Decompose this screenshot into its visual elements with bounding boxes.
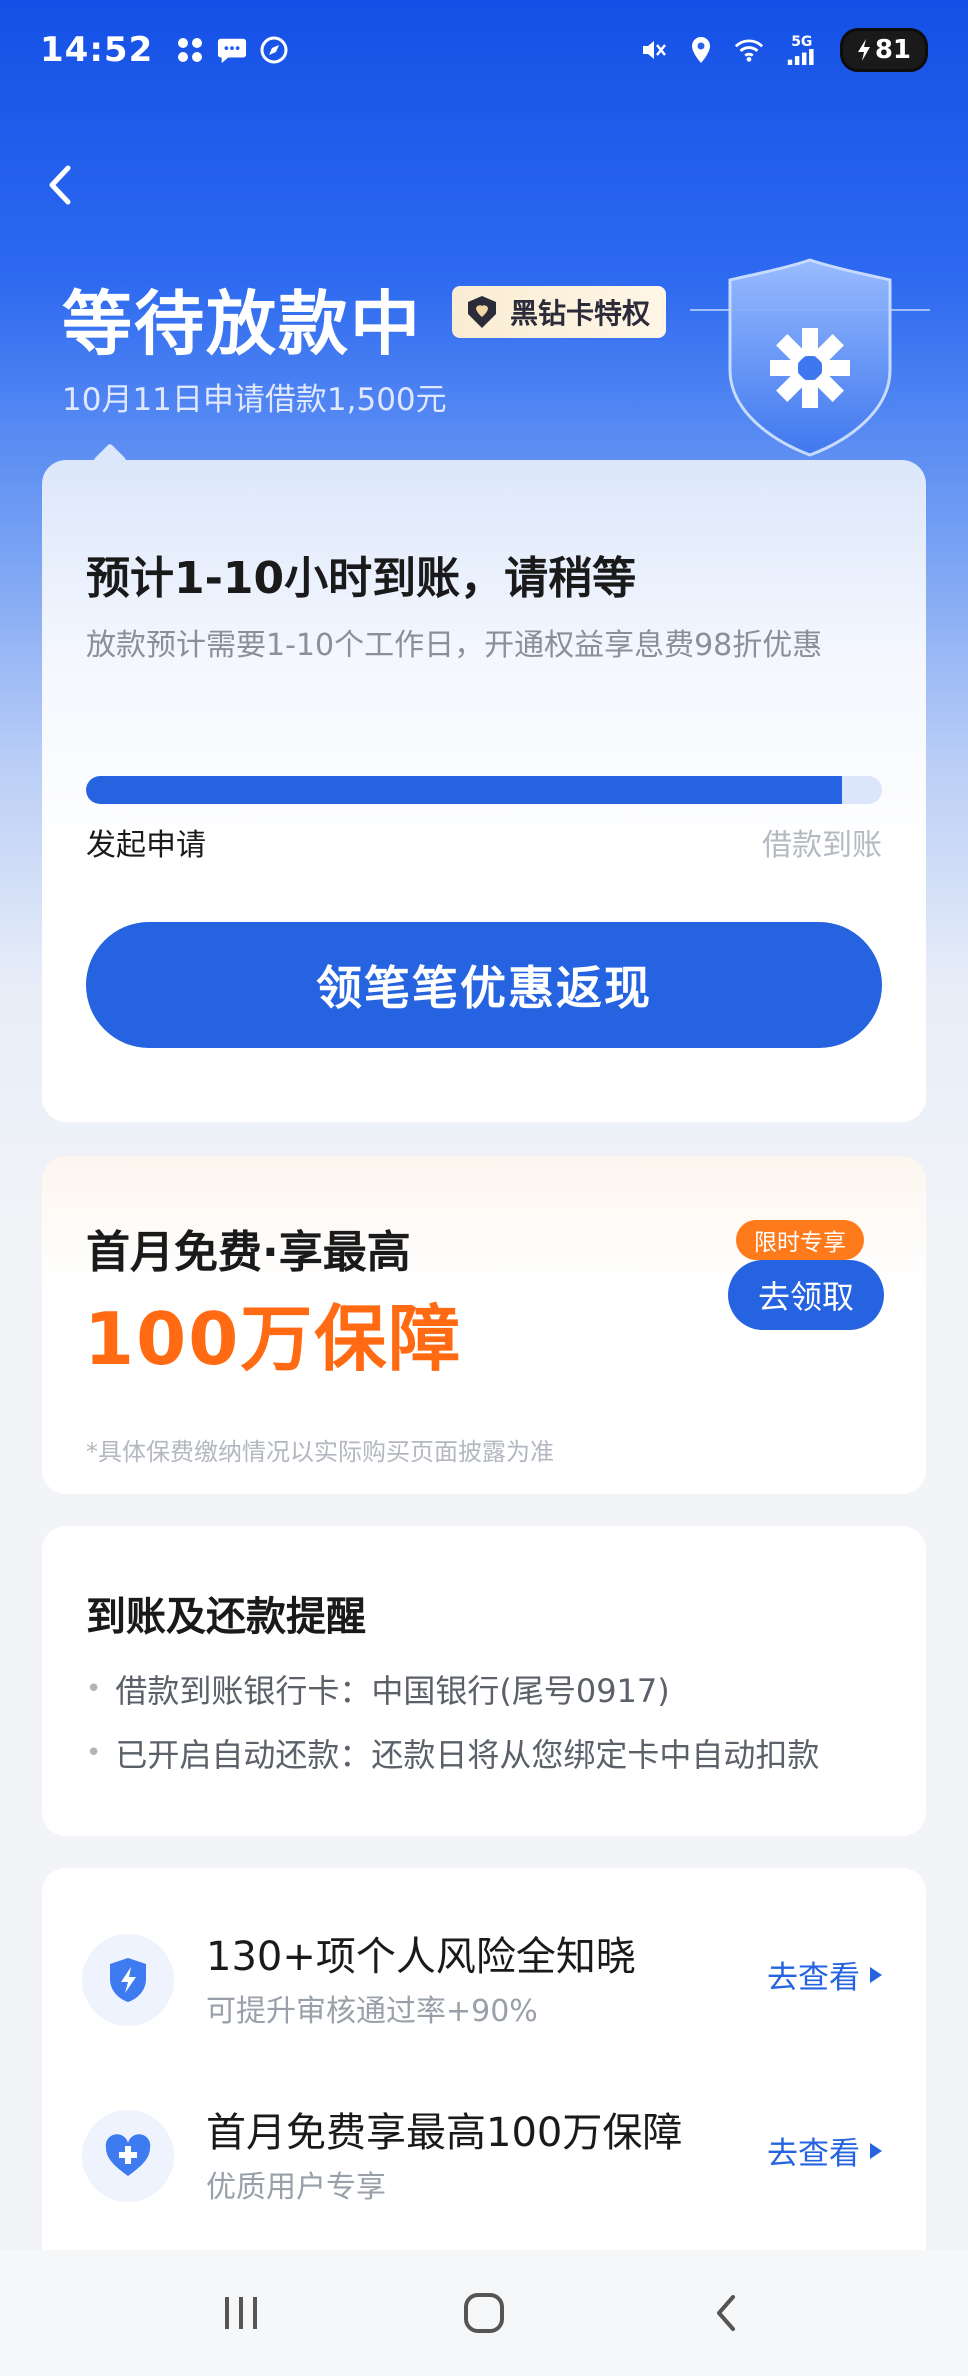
service-title: 130+项个人风险全知晓 [206,1934,636,1980]
view-link-label: 去查看 [767,2136,860,2172]
reminder-card: 到账及还款提醒 • 借款到账银行卡：中国银行(尾号0917) • 已开启自动还款… [42,1526,926,1836]
progress-fill [86,776,843,804]
reminder-item: • 借款到账银行卡：中国银行(尾号0917) [86,1666,670,1712]
insurance-promo-card[interactable]: 首月免费·享最高 100万保障 限时专享 去领取 *具体保费缴纳情况以实际购买页… [42,1156,926,1494]
loan-subtitle: 10月11日申请借款1,500元 [62,382,447,418]
progress-bar [86,776,882,804]
page-title: 等待放款中 [62,283,422,365]
limited-offer-tag: 限时专享 [736,1220,864,1260]
shield-logo-icon [690,258,930,457]
apps-icon [175,35,205,65]
view-link[interactable]: 去查看 [767,2128,882,2173]
message-icon [217,35,247,65]
progress-start-label: 发起申请 [86,828,206,863]
reminder-title: 到账及还款提醒 [86,1594,366,1640]
service-item-risk-report[interactable]: 130+项个人风险全知晓 可提升审核通过率+90% 去查看 [42,1924,926,2044]
play-arrow-icon [870,2142,882,2159]
battery-indicator: 81 [839,28,928,72]
network-type: 5G [791,34,813,50]
vip-badge-label: 黑钻卡特权 [510,297,651,330]
heart-plus-icon [105,2134,151,2176]
reminder-item: • 已开启自动还款：还款日将从您绑定卡中自动扣款 [86,1730,819,1776]
chevron-left-icon [49,165,71,205]
status-heading: 预计1-10小时到账，请稍等 [86,553,637,604]
service-subtitle: 优质用户专享 [206,2170,386,2205]
home-button[interactable] [444,2283,524,2343]
battery-level: 81 [874,35,911,65]
signal-5g-icon: 5G [782,35,822,65]
compass-icon [259,35,289,65]
notification-icons [175,35,289,65]
location-icon [686,35,716,65]
status-bar: 14:52 5G 81 [0,0,968,100]
insurance-disclaimer: *具体保费缴纳情况以实际购买页面披露为准 [86,1438,554,1466]
mute-icon [638,35,668,65]
reminder-item-text: 借款到账银行卡：中国银行(尾号0917) [115,1672,670,1710]
services-card: 130+项个人风险全知晓 可提升审核通过率+90% 去查看 首月免费享最高100… [42,1868,926,2288]
wifi-icon [734,35,764,65]
service-title: 首月免费享最高100万保障 [206,2110,683,2156]
loan-status-card: 预计1-10小时到账，请稍等 放款预计需要1-10个工作日，开通权益享息费98折… [42,460,926,1122]
nav-back-button[interactable] [687,2283,767,2343]
system-nav-bar [0,2250,968,2376]
view-link[interactable]: 去查看 [767,1952,882,1997]
recents-icon [225,2297,258,2329]
service-icon-wrap [82,2110,174,2202]
insurance-title: 首月免费·享最高 [86,1227,411,1278]
reminder-item-text: 已开启自动还款：还款日将从您绑定卡中自动扣款 [115,1736,820,1774]
play-arrow-icon [870,1966,882,1983]
status-time: 14:52 [40,30,154,70]
system-icons: 5G 81 [638,28,928,72]
service-icon-wrap [82,1934,174,2026]
charging-icon [857,39,870,61]
diamond-heart-icon [468,296,496,328]
progress-end-label: 借款到账 [762,828,882,863]
claim-button[interactable]: 去领取 [728,1260,884,1330]
service-subtitle: 可提升审核通过率+90% [206,1994,538,2029]
back-button[interactable] [40,160,80,210]
service-item-insurance[interactable]: 首月免费享最高100万保障 优质用户专享 去查看 [42,2100,926,2220]
back-arrow-icon [716,2295,735,2331]
vip-badge[interactable]: 黑钻卡特权 [452,286,667,338]
bullet-icon: • [86,1738,102,1768]
status-description: 放款预计需要1-10个工作日，开通权益享息费98折优惠 [86,628,823,663]
home-icon [463,2293,504,2333]
cashback-button[interactable]: 领笔笔优惠返现 [86,922,882,1048]
bullet-icon: • [86,1674,102,1704]
shield-bolt-icon [110,1958,146,2002]
insurance-amount: 100万保障 [84,1297,463,1381]
view-link-label: 去查看 [767,1960,860,1996]
recent-apps-button[interactable] [201,2283,281,2343]
